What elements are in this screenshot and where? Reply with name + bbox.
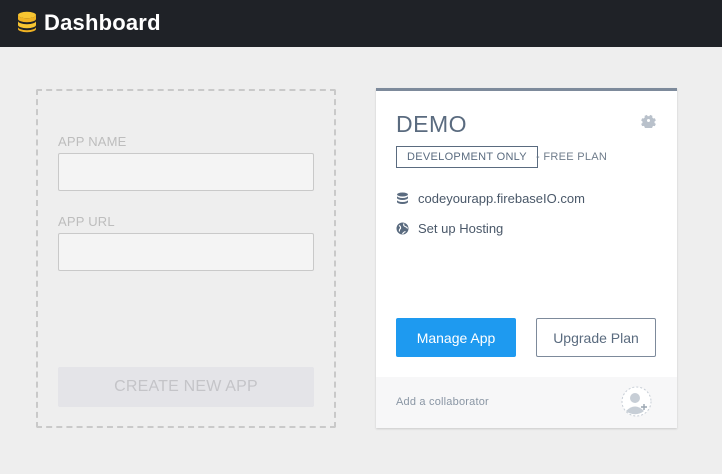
upgrade-plan-button[interactable]: Upgrade Plan xyxy=(536,318,656,357)
add-collaborator-link[interactable]: Add a collaborator xyxy=(396,396,489,408)
create-new-app-button[interactable]: CREATE NEW APP xyxy=(58,367,314,407)
app-card: DEMO DEVELOPMENT ONLY - FREE PLAN codeyo… xyxy=(376,88,677,428)
database-url-row[interactable]: codeyourapp.firebaseIO.com xyxy=(396,191,585,206)
app-name: DEMO xyxy=(396,111,467,137)
globe-icon xyxy=(396,222,409,235)
database-stack-icon[interactable] xyxy=(17,11,37,33)
new-app-panel: APP NAME APP URL CREATE NEW APP xyxy=(36,89,336,428)
plan-badge: DEVELOPMENT ONLY xyxy=(396,146,538,168)
database-url-link[interactable]: codeyourapp.firebaseIO.com xyxy=(418,191,585,206)
manage-app-button[interactable]: Manage App xyxy=(396,318,516,357)
card-footer: Add a collaborator xyxy=(376,377,677,428)
database-icon xyxy=(397,192,408,204)
app-url-input[interactable] xyxy=(58,233,314,271)
app-name-label: APP NAME xyxy=(58,134,127,149)
gear-icon[interactable] xyxy=(641,113,656,128)
top-bar: Dashboard xyxy=(0,0,722,47)
hosting-row[interactable]: Set up Hosting xyxy=(396,221,503,236)
setup-hosting-link[interactable]: Set up Hosting xyxy=(418,221,503,236)
add-user-avatar-icon[interactable] xyxy=(621,386,652,417)
app-name-input[interactable] xyxy=(58,153,314,191)
app-url-label: APP URL xyxy=(58,214,115,229)
page-title: Dashboard xyxy=(44,10,161,35)
plan-text: - FREE PLAN xyxy=(536,151,608,163)
